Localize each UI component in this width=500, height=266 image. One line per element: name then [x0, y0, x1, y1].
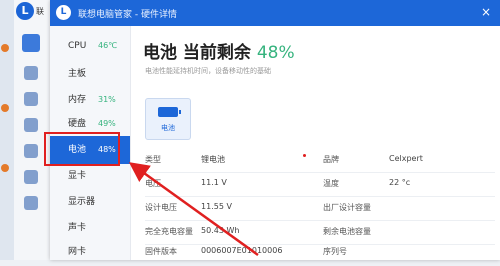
- table-row: 类型 锂电池 品牌 Celxpert: [145, 148, 495, 173]
- sidebar-item-label: 主板: [68, 69, 87, 79]
- table-row: 电压 11.1 V 温度 22 °c: [145, 172, 495, 197]
- notification-dot-icon: [1, 164, 9, 172]
- home-icon[interactable]: [22, 34, 40, 52]
- battery-title-text: 电池 当前剩余: [143, 43, 251, 63]
- sidebar-item-display[interactable]: 显示器: [50, 188, 130, 216]
- detail-value: 50.43 Wh: [201, 226, 240, 235]
- app-logo-icon: L: [56, 5, 71, 20]
- dialog-title: 联想电脑管家 - 硬件详情: [78, 10, 177, 20]
- sidebar-item-label: 显卡: [68, 171, 87, 181]
- detail-key: 剩余电池容量: [323, 227, 371, 236]
- hardware-sidebar: CPU 46℃ 主板 内存 31% 硬盘 49% 电池 48% 显卡 显示器 声…: [44, 26, 131, 260]
- clean-icon[interactable]: [24, 66, 38, 80]
- sidebar-item-gpu[interactable]: 显卡: [50, 162, 130, 190]
- detail-value: Celxpert: [389, 154, 423, 163]
- page-title: 电池 当前剩余 48%: [143, 38, 295, 63]
- detail-key: 温度: [323, 179, 339, 188]
- detail-key: 固件版本: [145, 247, 177, 256]
- detail-value: 11.1 V: [201, 178, 227, 187]
- device-tile-label: 电池: [161, 124, 175, 132]
- toolbox-icon[interactable]: [24, 118, 38, 132]
- sidebar-item-motherboard[interactable]: 主板: [50, 60, 130, 88]
- lenovo-logo-icon: L: [16, 2, 34, 20]
- notification-dot-icon: [1, 44, 9, 52]
- shield-icon[interactable]: [24, 92, 38, 106]
- notification-dot-icon: [1, 104, 9, 112]
- detail-key: 品牌: [323, 155, 339, 164]
- background-app-tag: 联: [36, 7, 44, 16]
- sidebar-item-network-card[interactable]: 网卡: [50, 238, 130, 266]
- hardware-details-dialog: L 联想电脑管家 - 硬件详情 × CPU 46℃ 主板 内存 31% 硬盘 4…: [44, 0, 500, 260]
- detail-value: 22 °c: [389, 178, 411, 187]
- sidebar-item-label: 显示器: [68, 197, 96, 207]
- close-button[interactable]: ×: [478, 4, 494, 20]
- battery-percent: 48%: [256, 43, 295, 63]
- table-row: 设计电压 11.55 V 出厂设计容量: [145, 196, 495, 221]
- detail-key: 类型: [145, 155, 161, 164]
- detail-key: 出厂设计容量: [323, 203, 371, 212]
- annotation-highlight-box: [44, 132, 120, 166]
- briefcase-icon[interactable]: [24, 170, 38, 184]
- detail-value: 11.55 V: [201, 202, 232, 211]
- check-icon[interactable]: [24, 196, 38, 210]
- battery-icon: [158, 107, 181, 117]
- battery-details-panel: 电池 当前剩余 48% 电池性能延持机时间，设备移动性的基础 电池 类型 锂电池…: [131, 26, 500, 260]
- detail-key: 序列号: [323, 247, 347, 256]
- clock-icon[interactable]: [24, 144, 38, 158]
- sidebar-item-label: CPU: [68, 41, 87, 51]
- table-row: 固件版本 0006007E01010006 序列号: [145, 240, 495, 264]
- detail-key: 电压: [145, 179, 161, 188]
- detail-key: 设计电压: [145, 203, 177, 212]
- battery-device-tile[interactable]: 电池: [145, 98, 191, 140]
- sidebar-item-value: 46℃: [98, 41, 118, 50]
- background-window-rail: [0, 0, 14, 260]
- sidebar-item-label: 网卡: [68, 247, 87, 257]
- battery-subtitle: 电池性能延持机时间，设备移动性的基础: [145, 67, 271, 75]
- detail-value: 0006007E01010006: [201, 246, 283, 255]
- detail-key: 完全充电容量: [145, 227, 193, 236]
- sidebar-item-cpu[interactable]: CPU 46℃: [50, 32, 130, 60]
- title-bar: L 联想电脑管家 - 硬件详情 ×: [50, 0, 500, 26]
- sidebar-item-battery[interactable]: 电池 48%: [44, 132, 130, 166]
- background-app-sidebar: L 联: [14, 0, 50, 260]
- detail-value: 锂电池: [201, 155, 225, 164]
